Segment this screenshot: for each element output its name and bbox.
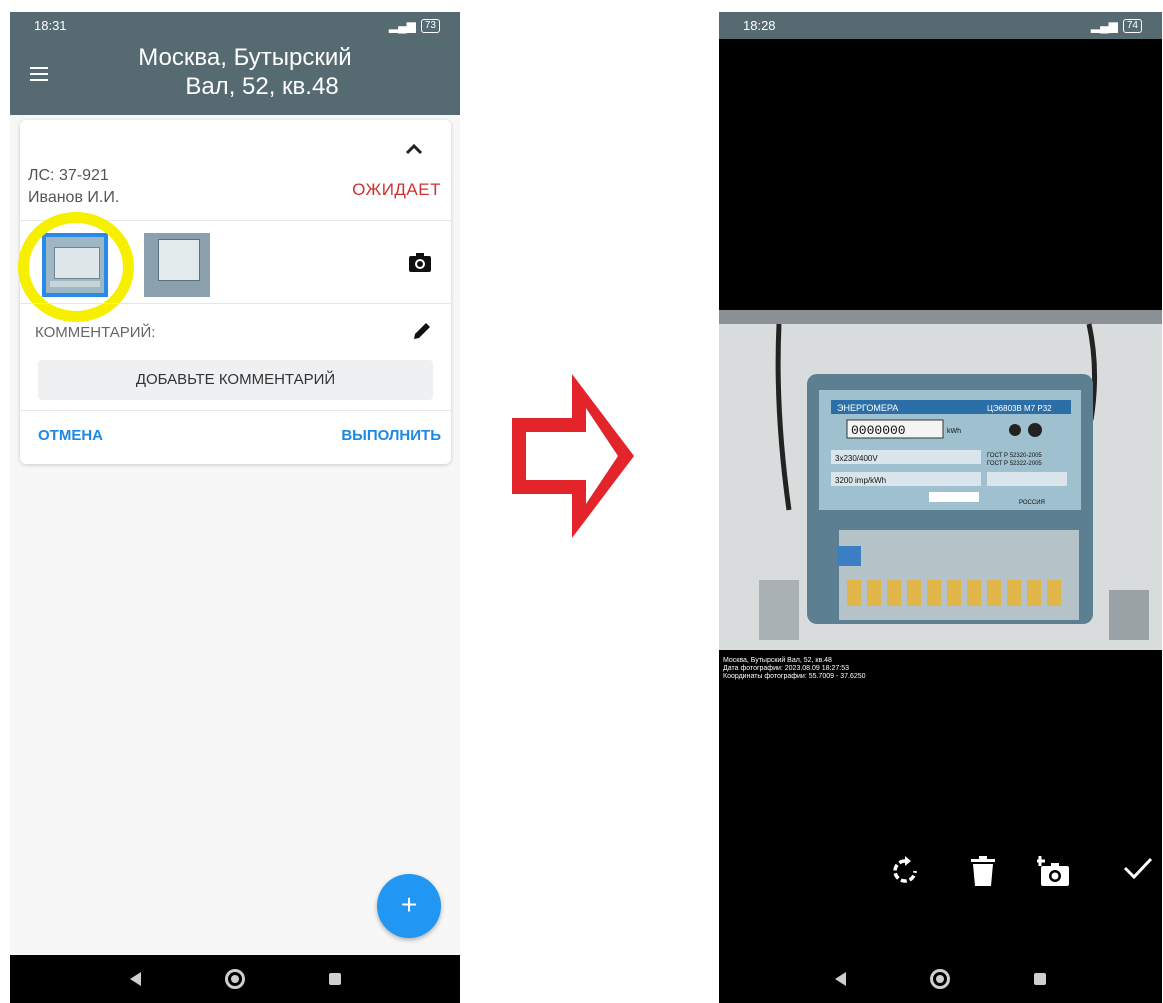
divider [20,410,451,411]
app-bar: Москва, Бутырский Вал, 52, кв.48 [10,39,460,115]
navigation-bar [10,955,460,1003]
navigation-bar [719,955,1162,1003]
meter-photo: ЭНЕРГОМЕРА ЦЭ6803В М7 Р32 0000000 kWh 3x… [719,310,1162,650]
recent-apps-icon[interactable] [1034,973,1046,985]
caption-address: Москва, Бутырский Вал, 52, кв.48 [723,657,832,664]
account-number: ЛС: 37-921 [28,167,109,184]
pencil-icon[interactable] [411,320,433,347]
title-line-1: Москва, Бутырский [138,44,352,71]
caption-coords: Координаты фотографии: 55.7009 - 37.6250 [723,673,866,680]
meter-model: ЦЭ6803В М7 Р32 [987,404,1052,413]
menu-icon[interactable] [30,67,48,85]
cancel-button[interactable]: ОТМЕНА [38,427,103,444]
check-icon[interactable] [1123,856,1153,885]
person-name: Иванов И.И. [28,189,120,206]
home-icon[interactable] [930,969,950,989]
camera-icon[interactable] [409,252,431,277]
add-fab-button[interactable]: + [377,874,441,938]
meter-gost-2: ГОСТ Р 52322-2005 [987,461,1042,467]
battery-icon: 73 [420,18,440,33]
back-icon[interactable] [129,972,141,986]
page-title: Москва, Бутырский Вал, 52, кв.48 [90,43,400,101]
status-icons: ▂▄▆ 73 [388,18,440,33]
recent-apps-icon[interactable] [328,973,341,985]
chevron-up-icon[interactable] [405,138,423,161]
add-photo-icon[interactable] [1035,856,1071,893]
comment-label: КОММЕНТАРИЙ: [35,324,156,341]
photo-caption: Москва, Бутырский Вал, 52, кв.48 Дата фо… [723,657,866,681]
left-phone-screen: 18:31 ▂▄▆ 73 Москва, Бутырский Вал, 52, … [10,12,460,1003]
meter-brand: ЭНЕРГОМЕРА [837,403,898,413]
home-icon[interactable] [224,969,245,989]
signal-icon: ▂▄▆ [1090,18,1118,33]
photo-thumbnail[interactable] [144,233,210,297]
highlight-circle [18,212,134,322]
meter-unit: kWh [947,428,961,435]
add-comment-button[interactable]: ДОБАВЬТЕ КОММЕНТАРИЙ [38,360,433,400]
execute-button[interactable]: ВЫПОЛНИТЬ [341,427,441,444]
meter-gost-1: ГОСТ Р 52320-2005 [987,453,1042,459]
status-icons: ▂▄▆ 74 [1090,18,1142,33]
signal-icon: ▂▄▆ [388,18,416,33]
task-card: ЛС: 37-921 Иванов И.И. ОЖИДАЕТ КОММЕНТАР… [18,120,451,464]
arrow-right-icon [506,368,640,549]
status-bar: 18:31 ▂▄▆ 73 [10,12,460,39]
right-phone-screen: 18:28 ▂▄▆ 74 ЭНЕРГОМЕРА ЦЭ6803В М7 Р32 0… [719,12,1162,1003]
status-bar: 18:28 ▂▄▆ 74 [719,12,1162,39]
photo-action-bar [719,856,1162,906]
trash-icon[interactable] [971,856,995,891]
meter-country: РОССИЯ [1019,500,1045,506]
status-time: 18:28 [743,18,776,33]
status-time: 18:31 [34,18,67,33]
account-info: ЛС: 37-921 Иванов И.И. [28,165,119,209]
rotate-icon[interactable] [891,856,919,891]
meter-impulse: 3200 imp/kWh [835,476,886,485]
back-icon[interactable] [835,972,846,986]
battery-icon: 74 [1122,18,1142,33]
divider [20,303,451,304]
status-badge: ОЖИДАЕТ [352,180,441,199]
title-line-2: Вал, 52, кв.48 [185,73,339,100]
meter-spec: 3x230/400V [835,454,878,463]
meter-reading: 0000000 [851,423,906,438]
caption-date: Дата фотографии: 2023.08.09 18:27:53 [723,665,849,672]
